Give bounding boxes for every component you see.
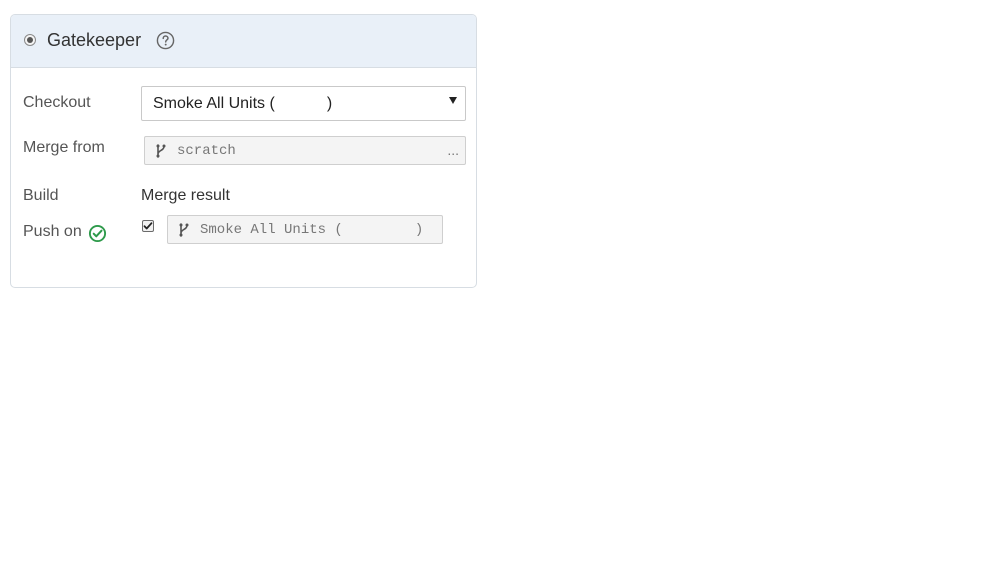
radio-dot <box>27 37 33 43</box>
push-checkbox[interactable] <box>142 220 154 232</box>
gatekeeper-panel: Gatekeeper Checkout Smoke All Units () M… <box>10 14 477 288</box>
push-target-value: Smoke All Units () <box>200 222 424 238</box>
check-circle-icon <box>88 224 107 243</box>
push-target-field[interactable]: Smoke All Units () <box>167 215 443 244</box>
git-branch-icon <box>179 223 189 237</box>
build-label: Build <box>23 187 59 204</box>
merge-from-field[interactable]: scratch ... <box>144 136 466 165</box>
merge-from-value: scratch <box>177 143 236 159</box>
merge-from-label: Merge from <box>23 139 105 156</box>
chevron-down-icon[interactable] <box>449 97 457 104</box>
gatekeeper-radio[interactable] <box>24 34 36 46</box>
git-branch-icon <box>156 144 166 158</box>
ellipsis: ... <box>445 142 459 158</box>
merge-result-label: Merge result <box>141 187 230 204</box>
panel-title: Gatekeeper <box>47 30 142 50</box>
checkout-select-value: Smoke All Units () <box>153 95 333 112</box>
checkout-select[interactable]: Smoke All Units () <box>141 86 466 121</box>
panel-header: Gatekeeper <box>11 15 476 68</box>
push-on-label: Push on <box>23 223 82 240</box>
checkmark-icon <box>143 222 153 230</box>
checkout-label: Checkout <box>23 94 91 111</box>
help-circle-icon[interactable] <box>156 31 175 50</box>
